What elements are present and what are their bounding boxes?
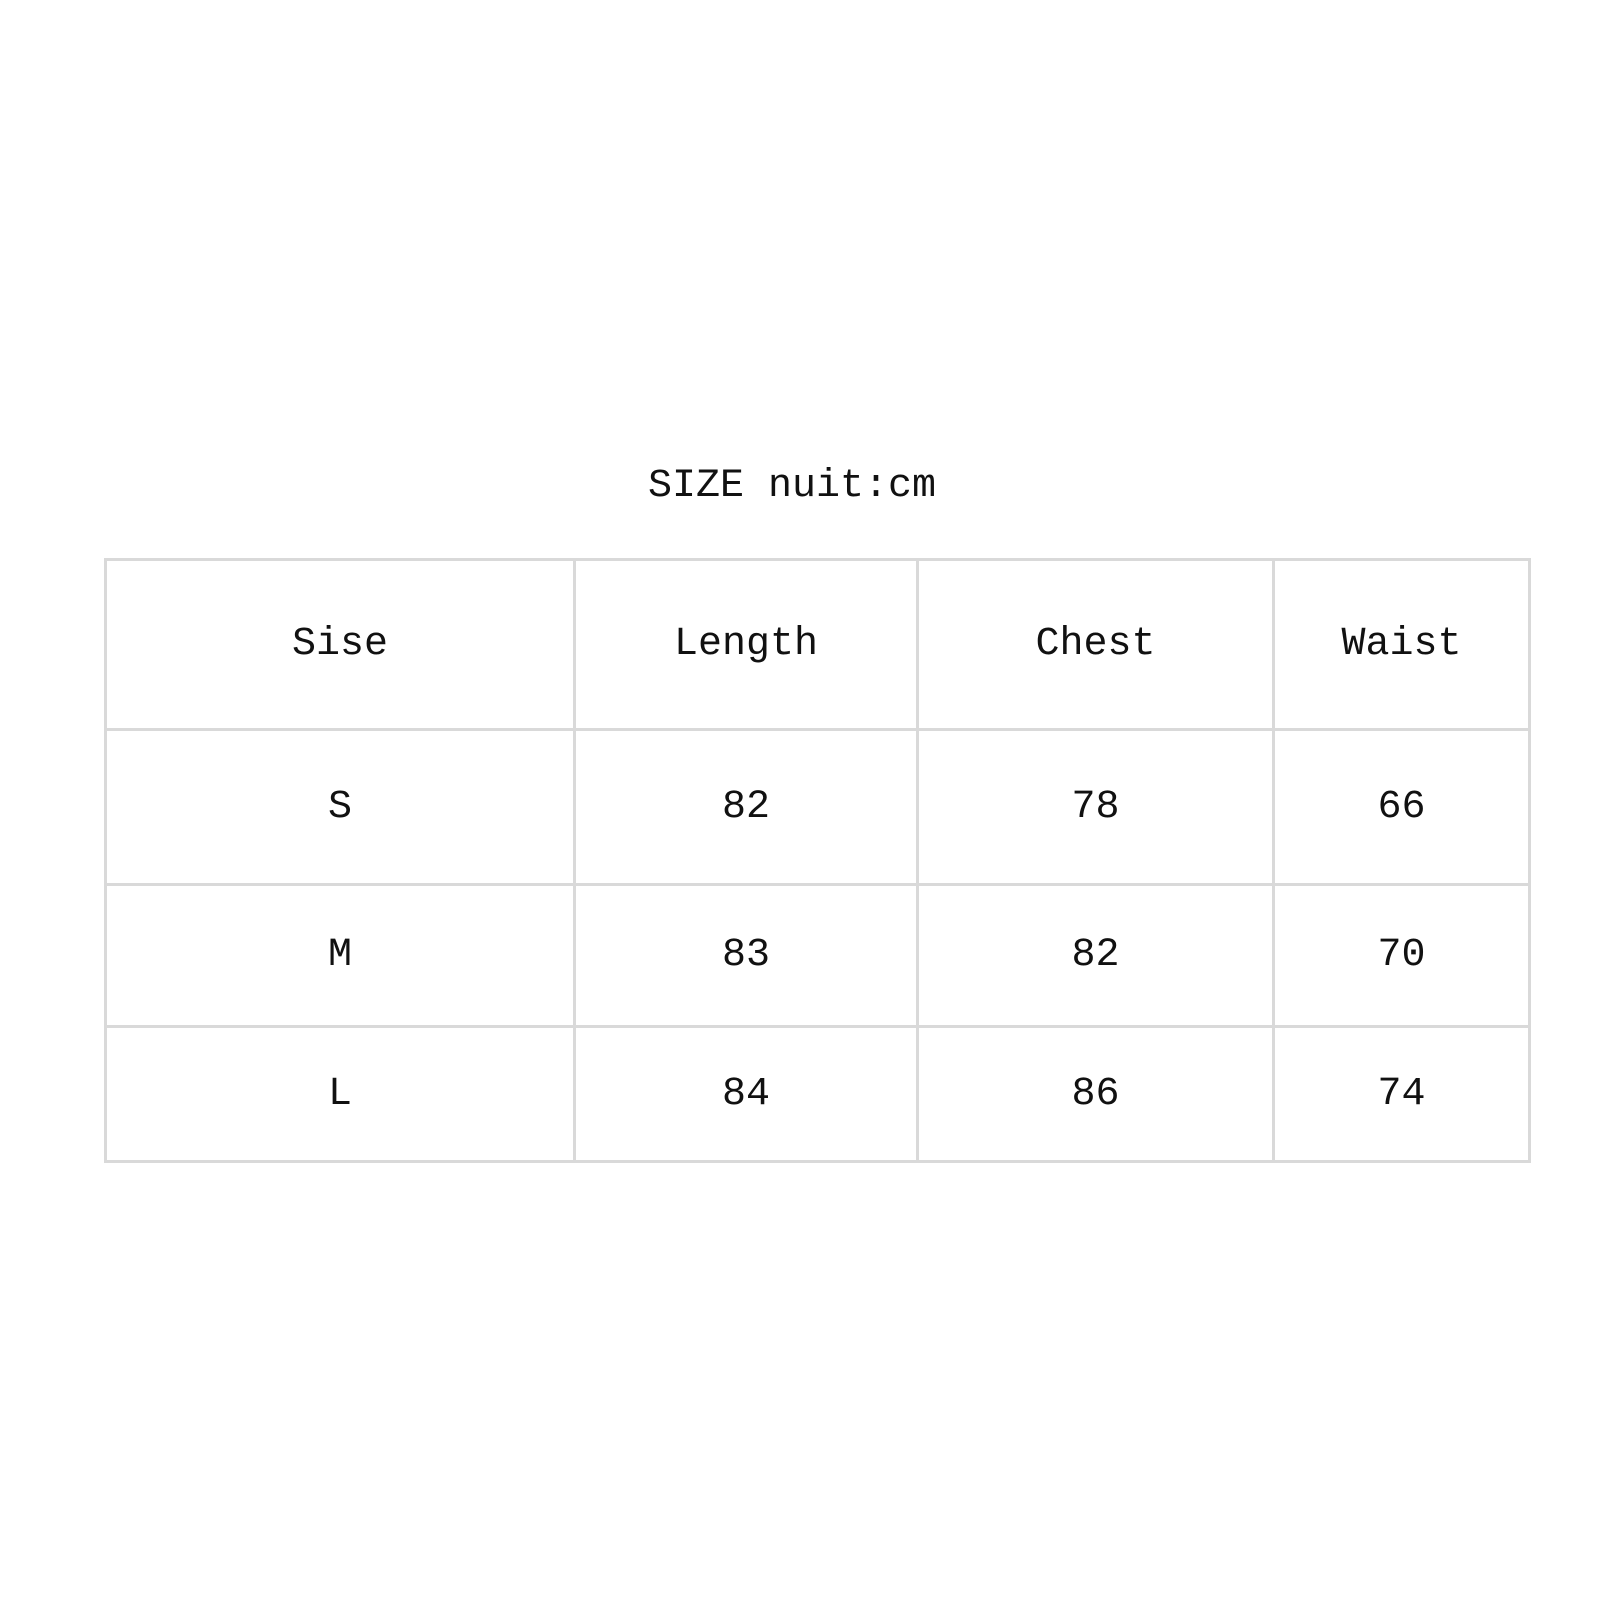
size-chart-title-text: SIZE nuit:cm bbox=[647, 464, 937, 509]
cell-size: S bbox=[104, 728, 576, 886]
cell-size: L bbox=[104, 1025, 576, 1163]
cell-length: 84 bbox=[573, 1025, 919, 1163]
header-chest: Chest bbox=[916, 558, 1275, 731]
cell-waist: 66 bbox=[1272, 728, 1531, 886]
cell-chest: 82 bbox=[916, 883, 1275, 1028]
cell-waist: 74 bbox=[1272, 1025, 1531, 1163]
header-waist: Waist bbox=[1272, 558, 1531, 731]
cell-waist: 70 bbox=[1272, 883, 1531, 1028]
header-size: Sise bbox=[104, 558, 576, 731]
header-length: Length bbox=[573, 558, 919, 731]
table-header-row: Sise Length Chest Waist bbox=[104, 558, 1531, 731]
table-row: L 84 86 74 bbox=[104, 1025, 1531, 1163]
cell-chest: 86 bbox=[916, 1025, 1275, 1163]
size-chart-table: Sise Length Chest Waist S 82 78 66 M 83 … bbox=[104, 558, 1531, 1163]
cell-size: M bbox=[104, 883, 576, 1028]
size-chart-title: SIZE nuit:cm bbox=[0, 462, 1600, 512]
cell-length: 82 bbox=[573, 728, 919, 886]
table-row: M 83 82 70 bbox=[104, 883, 1531, 1028]
cell-chest: 78 bbox=[916, 728, 1275, 886]
table-row: S 82 78 66 bbox=[104, 728, 1531, 886]
cell-length: 83 bbox=[573, 883, 919, 1028]
